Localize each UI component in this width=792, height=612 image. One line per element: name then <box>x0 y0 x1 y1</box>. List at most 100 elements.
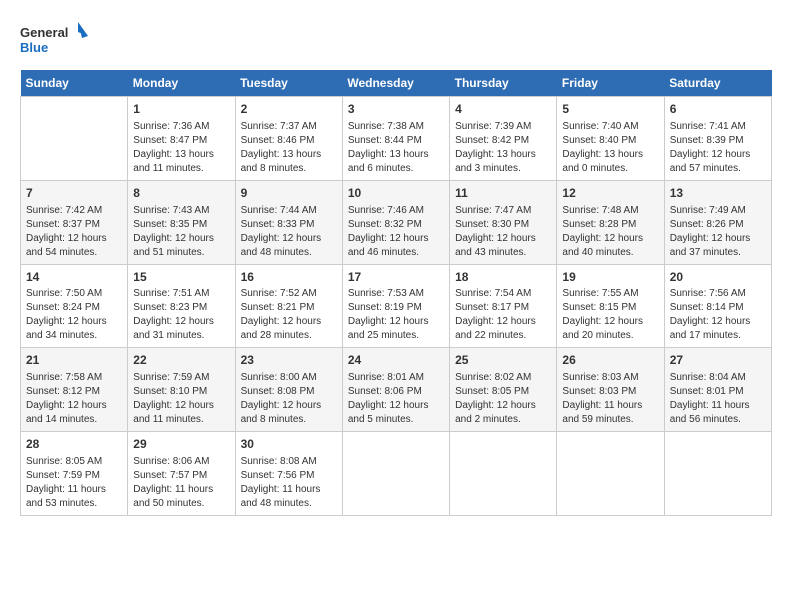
day-number: 28 <box>26 436 122 453</box>
day-number: 1 <box>133 101 229 118</box>
day-info: Sunrise: 7:51 AMSunset: 8:23 PMDaylight:… <box>133 287 229 343</box>
table-cell: 12Sunrise: 7:48 AMSunset: 8:28 PMDayligh… <box>557 180 664 264</box>
header-monday: Monday <box>128 70 235 97</box>
table-cell <box>557 432 664 516</box>
table-cell: 27 Sunrise: 8:04 AMSunset: 8:01 PMDayligh… <box>664 348 771 432</box>
table-cell: 10 Sunrise: 7:46 AMSunset: 8:32 PMDayligh… <box>342 180 449 264</box>
day-number: 25 <box>455 352 551 369</box>
header: General Blue <box>20 20 772 60</box>
table-cell: 17Sunrise: 7:53 AMSunset: 8:19 PMDayligh… <box>342 264 449 348</box>
day-number: 5 <box>562 101 658 118</box>
day-number: 3 <box>348 101 444 118</box>
day-info: Sunrise: 7:44 AMSunset: 8:33 PMDaylight:… <box>241 204 337 260</box>
day-info: Sunrise: 8:00 AMSunset: 8:08 PMDaylight:… <box>241 371 337 427</box>
day-number: 6 <box>670 101 766 118</box>
day-info: Sunrise: 7:55 AMSunset: 8:15 PMDaylight:… <box>562 287 658 343</box>
day-number: 21 <box>26 352 122 369</box>
day-info: Sunrise: 8:04 AMSunset: 8:01 PMDaylight:… <box>670 371 766 427</box>
table-cell: 20Sunrise: 7:56 AMSunset: 8:14 PMDayligh… <box>664 264 771 348</box>
header-friday: Friday <box>557 70 664 97</box>
table-cell: 5 Sunrise: 7:40 AMSunset: 8:40 PMDaylight… <box>557 97 664 181</box>
day-info: Sunrise: 7:37 AMSunset: 8:46 PMDaylight:… <box>241 120 337 176</box>
table-cell: 7 Sunrise: 7:42 AMSunset: 8:37 PMDaylight… <box>21 180 128 264</box>
svg-text:General: General <box>20 25 68 40</box>
day-number: 22 <box>133 352 229 369</box>
table-cell: 24Sunrise: 8:01 AMSunset: 8:06 PMDayligh… <box>342 348 449 432</box>
day-info: Sunrise: 7:56 AMSunset: 8:14 PMDaylight:… <box>670 287 766 343</box>
table-cell: 21 Sunrise: 7:58 AMSunset: 8:12 PMDayligh… <box>21 348 128 432</box>
table-cell: 28 Sunrise: 8:05 AMSunset: 7:59 PMDayligh… <box>21 432 128 516</box>
table-cell: 29Sunrise: 8:06 AMSunset: 7:57 PMDayligh… <box>128 432 235 516</box>
day-number: 16 <box>241 269 337 286</box>
header-sunday: Sunday <box>21 70 128 97</box>
day-info: Sunrise: 7:38 AMSunset: 8:44 PMDaylight:… <box>348 120 444 176</box>
day-info: Sunrise: 7:40 AMSunset: 8:40 PMDaylight:… <box>562 120 658 176</box>
week-row-1: 1 Sunrise: 7:36 AMSunset: 8:47 PMDaylight… <box>21 97 772 181</box>
table-cell <box>664 432 771 516</box>
day-info: Sunrise: 7:42 AMSunset: 8:37 PMDaylight:… <box>26 204 122 260</box>
table-cell: 14Sunrise: 7:50 AMSunset: 8:24 PMDayligh… <box>21 264 128 348</box>
day-info: Sunrise: 8:02 AMSunset: 8:05 PMDaylight:… <box>455 371 551 427</box>
day-number: 9 <box>241 185 337 202</box>
header-tuesday: Tuesday <box>235 70 342 97</box>
week-row-3: 14Sunrise: 7:50 AMSunset: 8:24 PMDayligh… <box>21 264 772 348</box>
day-number: 20 <box>670 269 766 286</box>
table-cell: 11 Sunrise: 7:47 AMSunset: 8:30 PMDayligh… <box>450 180 557 264</box>
day-info: Sunrise: 7:47 AMSunset: 8:30 PMDaylight:… <box>455 204 551 260</box>
day-info: Sunrise: 7:36 AMSunset: 8:47 PMDaylight:… <box>133 120 229 176</box>
table-cell: 9 Sunrise: 7:44 AMSunset: 8:33 PMDaylight… <box>235 180 342 264</box>
day-info: Sunrise: 7:39 AMSunset: 8:42 PMDaylight:… <box>455 120 551 176</box>
day-info: Sunrise: 7:43 AMSunset: 8:35 PMDaylight:… <box>133 204 229 260</box>
day-number: 11 <box>455 185 551 202</box>
day-number: 7 <box>26 185 122 202</box>
table-cell: 2 Sunrise: 7:37 AMSunset: 8:46 PMDaylight… <box>235 97 342 181</box>
table-cell: 16Sunrise: 7:52 AMSunset: 8:21 PMDayligh… <box>235 264 342 348</box>
day-number: 17 <box>348 269 444 286</box>
day-info: Sunrise: 7:50 AMSunset: 8:24 PMDaylight:… <box>26 287 122 343</box>
table-cell: 18Sunrise: 7:54 AMSunset: 8:17 PMDayligh… <box>450 264 557 348</box>
table-cell <box>450 432 557 516</box>
day-info: Sunrise: 8:06 AMSunset: 7:57 PMDaylight:… <box>133 455 229 511</box>
week-row-4: 21 Sunrise: 7:58 AMSunset: 8:12 PMDayligh… <box>21 348 772 432</box>
day-number: 30 <box>241 436 337 453</box>
day-number: 23 <box>241 352 337 369</box>
weekday-header-row: SundayMondayTuesdayWednesdayThursdayFrid… <box>21 70 772 97</box>
day-number: 27 <box>670 352 766 369</box>
day-number: 14 <box>26 269 122 286</box>
week-row-2: 7 Sunrise: 7:42 AMSunset: 8:37 PMDaylight… <box>21 180 772 264</box>
header-wednesday: Wednesday <box>342 70 449 97</box>
table-cell: 15Sunrise: 7:51 AMSunset: 8:23 PMDayligh… <box>128 264 235 348</box>
day-number: 13 <box>670 185 766 202</box>
day-info: Sunrise: 8:05 AMSunset: 7:59 PMDaylight:… <box>26 455 122 511</box>
day-number: 10 <box>348 185 444 202</box>
day-number: 19 <box>562 269 658 286</box>
table-cell: 30Sunrise: 8:08 AMSunset: 7:56 PMDayligh… <box>235 432 342 516</box>
svg-text:Blue: Blue <box>20 40 48 55</box>
day-info: Sunrise: 7:52 AMSunset: 8:21 PMDaylight:… <box>241 287 337 343</box>
header-thursday: Thursday <box>450 70 557 97</box>
table-cell: 26 Sunrise: 8:03 AMSunset: 8:03 PMDayligh… <box>557 348 664 432</box>
logo: General Blue <box>20 20 90 60</box>
day-number: 8 <box>133 185 229 202</box>
logo-svg: General Blue <box>20 20 90 60</box>
day-number: 2 <box>241 101 337 118</box>
calendar-table: SundayMondayTuesdayWednesdayThursdayFrid… <box>20 70 772 516</box>
day-info: Sunrise: 8:03 AMSunset: 8:03 PMDaylight:… <box>562 371 658 427</box>
day-number: 12 <box>562 185 658 202</box>
day-number: 26 <box>562 352 658 369</box>
table-cell: 8 Sunrise: 7:43 AMSunset: 8:35 PMDaylight… <box>128 180 235 264</box>
day-info: Sunrise: 7:49 AMSunset: 8:26 PMDaylight:… <box>670 204 766 260</box>
day-info: Sunrise: 7:41 AMSunset: 8:39 PMDaylight:… <box>670 120 766 176</box>
table-cell: 25 Sunrise: 8:02 AMSunset: 8:05 PMDayligh… <box>450 348 557 432</box>
day-number: 4 <box>455 101 551 118</box>
day-info: Sunrise: 7:54 AMSunset: 8:17 PMDaylight:… <box>455 287 551 343</box>
table-cell: 1 Sunrise: 7:36 AMSunset: 8:47 PMDaylight… <box>128 97 235 181</box>
week-row-5: 28 Sunrise: 8:05 AMSunset: 7:59 PMDayligh… <box>21 432 772 516</box>
day-info: Sunrise: 7:59 AMSunset: 8:10 PMDaylight:… <box>133 371 229 427</box>
day-info: Sunrise: 7:46 AMSunset: 8:32 PMDaylight:… <box>348 204 444 260</box>
header-saturday: Saturday <box>664 70 771 97</box>
day-info: Sunrise: 7:58 AMSunset: 8:12 PMDaylight:… <box>26 371 122 427</box>
day-number: 15 <box>133 269 229 286</box>
table-cell: 22 Sunrise: 7:59 AMSunset: 8:10 PMDayligh… <box>128 348 235 432</box>
table-cell: 3 Sunrise: 7:38 AMSunset: 8:44 PMDaylight… <box>342 97 449 181</box>
